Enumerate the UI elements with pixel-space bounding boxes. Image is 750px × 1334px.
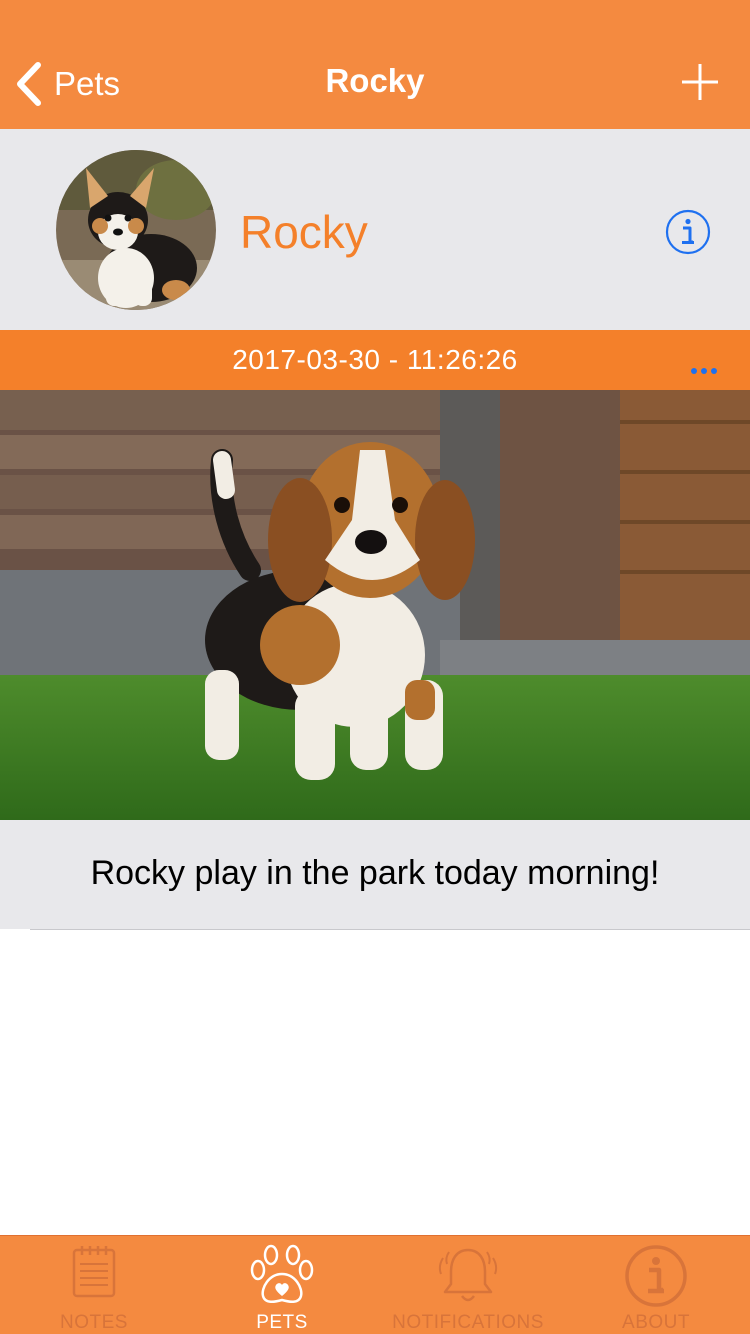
divider	[30, 929, 750, 930]
tab-notes-label: NOTES	[60, 1312, 128, 1333]
page-title: Rocky	[325, 62, 425, 99]
entry-timestamp: 2017-03-30 - 11:26:26	[232, 344, 518, 375]
ellipsis-dot	[691, 368, 697, 374]
info-circle-icon	[625, 1245, 687, 1307]
pet-profile-header: Rocky	[0, 129, 750, 330]
add-button[interactable]	[680, 62, 720, 102]
nav-bar: Pets Rocky	[0, 0, 750, 129]
bell-icon	[438, 1248, 498, 1302]
info-button[interactable]	[665, 209, 711, 255]
beagle-puppy-photo	[0, 390, 750, 820]
tab-notes[interactable]: NOTES	[0, 1236, 188, 1334]
entry-date-bar: 2017-03-30 - 11:26:26	[0, 330, 750, 390]
ellipsis-icon[interactable]	[684, 362, 724, 380]
paw-icon	[250, 1244, 314, 1303]
tab-about-label: ABOUT	[622, 1312, 690, 1333]
info-icon	[665, 209, 711, 255]
ellipsis-dot	[711, 368, 717, 374]
corgi-puppy-photo	[56, 150, 216, 310]
pet-name: Rocky	[240, 206, 368, 258]
tab-pets[interactable]: PETS	[188, 1236, 376, 1334]
ellipsis-dot	[701, 368, 707, 374]
pet-avatar[interactable]	[56, 150, 216, 310]
tab-notifications-label: NOTIFICATIONS	[392, 1312, 544, 1333]
caption-area: Rocky play in the park today morning!	[0, 820, 750, 929]
tab-pets-label: PETS	[256, 1312, 308, 1333]
tab-about[interactable]: ABOUT	[562, 1236, 750, 1334]
entry-photo	[0, 390, 750, 820]
plus-icon	[682, 64, 718, 100]
tab-bar: NOTES PETS NOTIFICATIONS ABOUT	[0, 1235, 750, 1334]
tab-notifications[interactable]: NOTIFICATIONS	[374, 1236, 562, 1334]
notepad-icon	[72, 1246, 116, 1298]
entry-caption: Rocky play in the park today morning!	[90, 854, 660, 892]
